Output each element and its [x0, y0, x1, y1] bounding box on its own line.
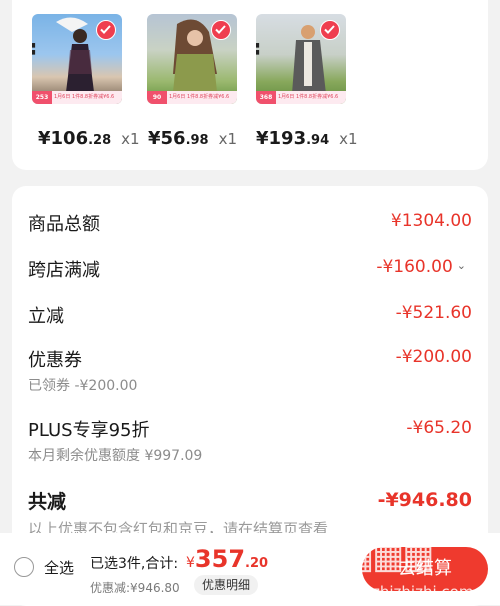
coupon-sub-text: 已领券 -¥200.00: [28, 378, 138, 394]
coupon-label: 优惠券: [28, 350, 82, 371]
select-all-label[interactable]: 全选: [44, 557, 74, 578]
product-quantity: x1: [121, 130, 140, 148]
selected-check-icon[interactable]: [320, 20, 340, 40]
tag-price: 253: [32, 91, 52, 104]
product-quantity: x1: [339, 130, 358, 148]
tag-price: 90: [147, 91, 167, 104]
plus-discount-label: PLUS专享95折: [28, 420, 150, 441]
instant-discount-value: -¥521.60: [395, 303, 472, 323]
product-quantity: x1: [218, 130, 238, 148]
total-amount: ¥357.20: [186, 545, 269, 573]
goods-total-value: ¥1304.00: [390, 211, 472, 231]
checkout-bar: 全选 已选3件,合计: ¥357.20 优惠减:¥946.80 优惠明细 去结算…: [0, 533, 500, 605]
total-discount-label: 共减: [28, 491, 67, 513]
selected-count-text: 已选3件,合计:: [90, 556, 179, 572]
brand-logo-icon: ■ ■: [32, 42, 36, 56]
saved-amount-text: 优惠减:¥946.80: [90, 581, 180, 595]
cross-store-discount-value[interactable]: -¥160.00 ⌄: [376, 257, 466, 277]
select-all-radio[interactable]: [14, 557, 34, 577]
plus-discount-value: -¥65.20: [406, 418, 472, 438]
product-thumbnail-1[interactable]: ■ ■ 1月6日 1件8.8折券减¥6.6 253: [32, 14, 122, 104]
discount-detail-button[interactable]: 优惠明细: [194, 575, 259, 595]
checkout-button[interactable]: 去结算: [362, 547, 488, 591]
product-thumbnail-3[interactable]: ■ ■ 1月6日 1件8.8折券减¥6.6 368: [256, 14, 346, 104]
cross-store-discount-label: 跨店满减: [28, 260, 100, 281]
instant-discount-label: 立减: [28, 306, 64, 327]
total-discount-value: -¥946.80: [377, 489, 472, 511]
product-price-1: ¥106.28 x1: [38, 128, 140, 149]
coupon-value: -¥200.00: [395, 347, 472, 367]
product-price-2: ¥56.98 x1: [148, 128, 238, 149]
chevron-down-icon[interactable]: ⌄: [457, 259, 466, 272]
plus-quota-text: 本月剩余优惠额度 ¥997.09: [28, 448, 203, 464]
brand-logo-icon: ■ ■: [256, 42, 260, 56]
selected-check-icon[interactable]: [211, 20, 231, 40]
goods-total-label: 商品总额: [28, 214, 100, 235]
product-price-3: ¥193.94 x1: [256, 128, 358, 149]
product-thumbnail-2[interactable]: 1月6日 1件8.8折券减¥6.6 90: [147, 14, 237, 104]
selected-products-card: ■ ■ 1月6日 1件8.8折券减¥6.6 253 1月6日 1件8.8折券减¥6…: [12, 0, 488, 170]
tag-price: 368: [256, 91, 276, 104]
selected-check-icon[interactable]: [96, 20, 116, 40]
